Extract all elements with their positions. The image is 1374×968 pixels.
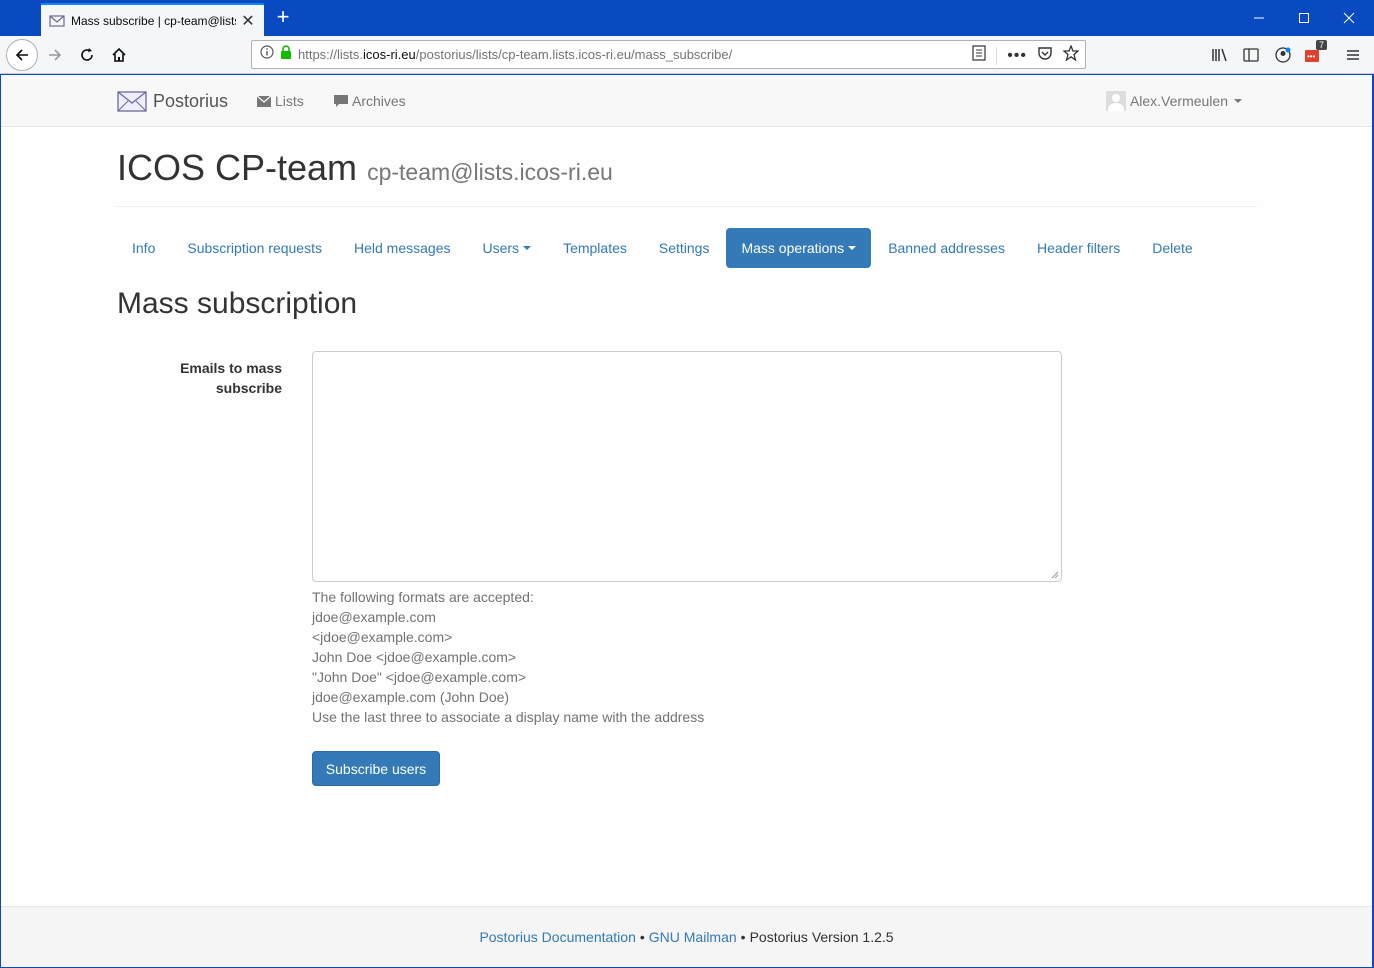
tab-templates[interactable]: Templates: [548, 228, 642, 268]
chevron-down-icon: [848, 246, 857, 250]
page-title: ICOS CP-team cp-team@lists.icos-ri.eu: [117, 147, 613, 188]
browser-toolbar: https://lists.icos-ri.eu/postorius/lists…: [0, 36, 1374, 74]
top-navbar: Postorius Lists Archives Alex.Vermeulen: [1, 75, 1372, 127]
nav-lists[interactable]: Lists: [257, 93, 304, 109]
extension-badge: 7: [1316, 40, 1328, 50]
sidebar-icon[interactable]: [1240, 44, 1262, 66]
brand-link[interactable]: Postorius: [117, 89, 228, 113]
url-bar[interactable]: https://lists.icos-ri.eu/postorius/lists…: [251, 40, 1086, 69]
pocket-icon[interactable]: [1037, 45, 1053, 66]
section-title: Mass subscription: [117, 287, 358, 320]
emails-label: Emails to mass subscribe: [180, 360, 282, 396]
emails-textarea[interactable]: [312, 351, 1062, 582]
footer-separator: •: [740, 929, 746, 945]
close-window-icon[interactable]: [1326, 0, 1372, 36]
reload-icon[interactable]: [72, 40, 102, 70]
envelope-icon: [257, 95, 271, 107]
tab-header-filters[interactable]: Header filters: [1022, 228, 1135, 268]
tab-subscription-requests[interactable]: Subscription requests: [172, 228, 337, 268]
lock-icon: [280, 45, 292, 64]
page-viewport: Postorius Lists Archives Alex.Vermeulen …: [1, 75, 1372, 967]
subscribe-users-button[interactable]: Subscribe users: [312, 751, 440, 786]
tab-users[interactable]: Users: [468, 228, 547, 268]
library-icon[interactable]: [1208, 44, 1230, 66]
reader-view-icon[interactable]: [972, 45, 986, 66]
resize-grip-icon[interactable]: [1049, 569, 1059, 579]
gnu-mailman-link[interactable]: GNU Mailman: [649, 929, 737, 945]
bookmark-star-icon[interactable]: [1062, 44, 1080, 66]
comment-icon: [334, 94, 348, 107]
tab-info[interactable]: Info: [117, 228, 170, 268]
postorius-docs-link[interactable]: Postorius Documentation: [479, 929, 635, 945]
version-text: Postorius Version 1.2.5: [749, 929, 894, 945]
extension-icon[interactable]: ••• 7: [1304, 40, 1328, 66]
menu-icon[interactable]: [1342, 44, 1364, 66]
list-tabs: Info Subscription requests Held messages…: [117, 228, 1210, 268]
browser-titlebar: Mass subscribe | cp-team@lists ✕ +: [0, 0, 1374, 36]
user-menu[interactable]: Alex.Vermeulen: [1105, 91, 1242, 111]
chevron-down-icon: [1234, 99, 1242, 103]
new-tab-icon[interactable]: +: [272, 5, 294, 29]
tab-title: Mass subscribe | cp-team@lists: [71, 13, 236, 28]
minimize-icon[interactable]: [1236, 0, 1282, 36]
nav-archives[interactable]: Archives: [334, 93, 406, 109]
home-icon[interactable]: [104, 40, 134, 70]
envelope-icon: [49, 13, 65, 29]
brand-name: Postorius: [153, 90, 229, 111]
maximize-icon[interactable]: [1281, 0, 1327, 36]
page-header: ICOS CP-team cp-team@lists.icos-ri.eu: [117, 143, 1257, 207]
list-address: cp-team@lists.icos-ri.eu: [367, 159, 613, 185]
tab-delete[interactable]: Delete: [1137, 228, 1207, 268]
more-actions-icon[interactable]: •••: [1007, 47, 1027, 63]
tab-settings[interactable]: Settings: [644, 228, 725, 268]
back-icon[interactable]: [6, 39, 38, 71]
postorius-logo-icon: [117, 91, 147, 112]
user-name: Alex.Vermeulen: [1129, 93, 1228, 109]
tab-banned-addresses[interactable]: Banned addresses: [873, 228, 1020, 268]
svg-text:•••: •••: [1307, 52, 1316, 61]
footer-separator: •: [639, 929, 645, 945]
avatar: [1105, 91, 1126, 111]
account-icon[interactable]: [1272, 44, 1294, 66]
url-text: https://lists.icos-ri.eu/postorius/lists…: [298, 47, 733, 62]
info-icon[interactable]: [260, 45, 274, 64]
tab-held-messages[interactable]: Held messages: [339, 228, 466, 268]
forward-icon[interactable]: [40, 40, 70, 70]
chevron-down-icon: [523, 246, 532, 250]
close-tab-icon[interactable]: ✕: [240, 11, 256, 31]
tab-mass-operations[interactable]: Mass operations: [726, 228, 872, 268]
format-help-text: The following formats are accepted: jdoe…: [312, 589, 705, 725]
footer: Postorius Documentation • GNU Mailman • …: [1, 906, 1372, 967]
browser-tab[interactable]: Mass subscribe | cp-team@lists ✕: [41, 3, 264, 36]
